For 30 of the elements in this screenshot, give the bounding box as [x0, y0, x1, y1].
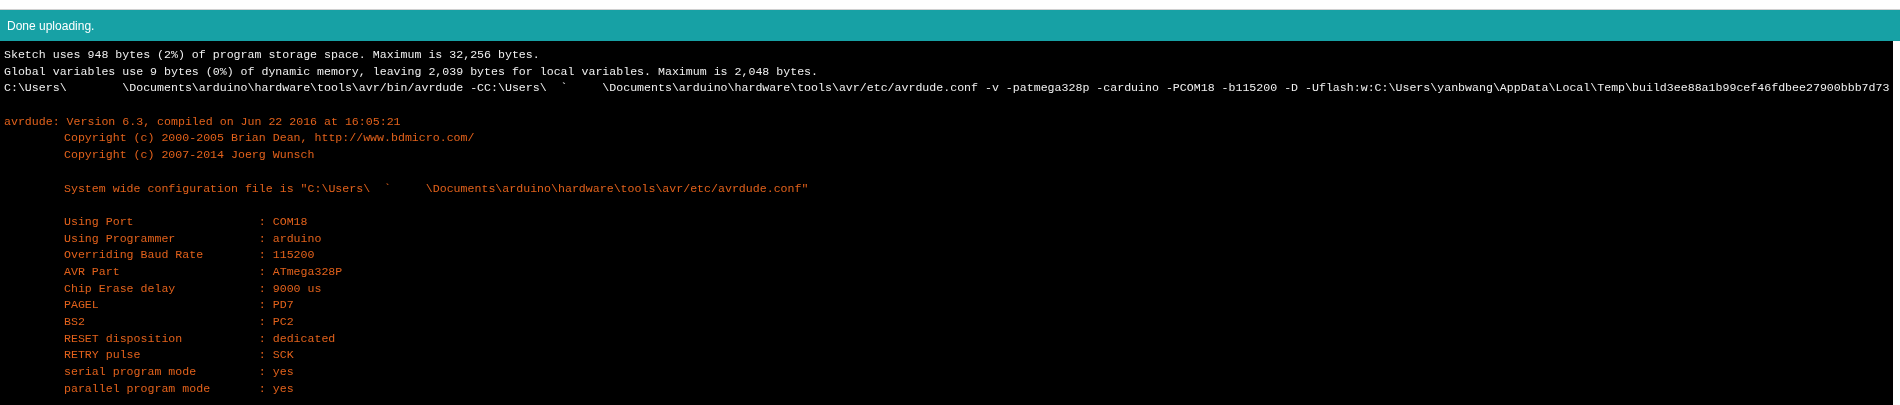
field-label: RESET disposition — [64, 330, 184, 347]
field-value: : ATmega328P — [258, 263, 343, 280]
field-value: : dedicated — [258, 330, 336, 347]
field-value: : yes — [258, 364, 294, 381]
field-label: RETRY pulse — [64, 347, 142, 364]
console-line: Copyright (c) 2000-2005 Brian Dean, http://www.bdmicro.com/ — [64, 130, 475, 147]
field-value: : PC2 — [258, 314, 294, 330]
field-value: : SCK — [258, 347, 294, 364]
field-label: serial program mode — [64, 364, 198, 381]
field-label: parallel program mode — [64, 380, 212, 397]
field-value: : yes — [258, 380, 294, 397]
console-line: System wide configuration file is "C:\Users\ ` \Documents\arduino\hardware\tools\avr/etc/avrdude.conf" — [64, 180, 809, 197]
field-label: PAGEL — [64, 297, 100, 314]
console-line: Global variables use 9 bytes (0%) of dynamic memory, leaving 2,039 bytes for local variables. Maximum is 2,048 bytes. — [4, 63, 818, 80]
field-value: : 115200 — [258, 247, 315, 264]
field-value: : PD7 — [258, 297, 294, 314]
field-label: Using Port — [64, 213, 135, 230]
field-value: : COM18 — [258, 213, 308, 230]
status-message: Done uploading. — [7, 18, 95, 33]
console-line: Sketch uses 948 bytes (2%) of program storage space. Maximum is 32,256 bytes. — [4, 47, 540, 63]
field-label: Overriding Baud Rate — [64, 247, 205, 264]
field-label: Using Programmer — [64, 230, 177, 247]
console-line: avrdude: Version 6.3, compiled on Jun 22 2016 at 16:05:21 — [4, 113, 401, 130]
field-label: Chip Erase delay — [64, 280, 177, 297]
field-value: : arduino — [258, 230, 322, 247]
field-value: : 9000 us — [258, 280, 322, 297]
field-label: AVR Part — [64, 263, 121, 280]
console-line: C:\Users\ \Documents\arduino\hardware\tools\avr/bin/avrdude -CC:\Users\ ` \Documents\arduino\hardware\tools\avr/etc/avrdude.conf -v -patmega328p -carduino -PCOM18 -b115200 -D -Uflash:w:C:\Users\yanbwang\AppData\Local\Temp\build3ee88a1b99cef46fdbee27900bbb7d73 — [4, 80, 1890, 97]
field-label: BS2 — [64, 314, 86, 330]
console-line: Copyright (c) 2007-2014 Joerg Wunsch — [64, 147, 315, 164]
